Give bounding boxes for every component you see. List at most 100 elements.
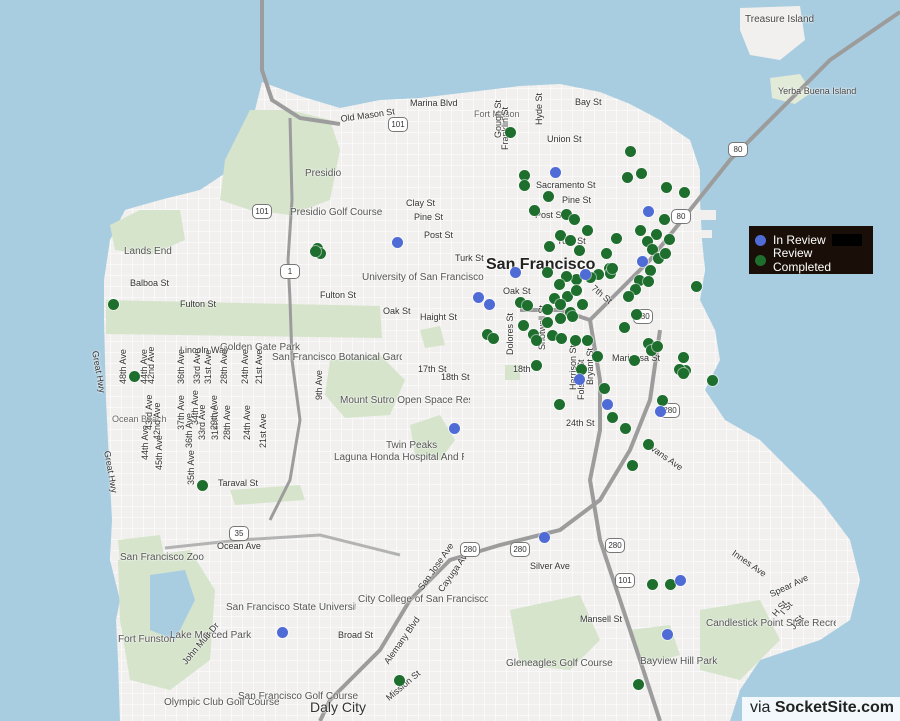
in-review-marker[interactable] [484,299,495,310]
map-label-oak-st-w: Oak St [383,306,411,316]
highway-shield-icon: 101 [388,117,408,132]
review-completed-marker[interactable] [611,233,622,244]
map-label-18th: 18th [513,364,531,374]
review-completed-marker[interactable] [661,182,672,193]
review-completed-marker[interactable] [607,263,618,274]
in-review-marker[interactable] [550,167,561,178]
review-completed-marker[interactable] [707,375,718,386]
review-completed-marker[interactable] [652,341,663,352]
in-review-marker[interactable] [675,575,686,586]
review-completed-marker[interactable] [647,579,658,590]
review-completed-marker[interactable] [643,439,654,450]
review-completed-marker[interactable] [197,480,208,491]
review-completed-marker[interactable] [592,351,603,362]
review-completed-marker[interactable] [522,300,533,311]
in-review-marker[interactable] [449,423,460,434]
review-completed-marker[interactable] [394,675,405,686]
review-completed-marker[interactable] [657,395,668,406]
review-completed-marker[interactable] [505,127,516,138]
review-completed-marker[interactable] [556,333,567,344]
in-review-marker[interactable] [539,532,550,543]
review-completed-marker[interactable] [518,320,529,331]
review-completed-marker[interactable] [601,248,612,259]
review-completed-marker[interactable] [544,241,555,252]
in-review-marker[interactable] [510,267,521,278]
review-completed-marker[interactable] [660,248,671,259]
review-completed-marker[interactable] [651,229,662,240]
in-review-marker[interactable] [662,629,673,640]
review-completed-marker[interactable] [571,285,582,296]
highway-shield-icon: 80 [728,142,748,157]
review-completed-marker[interactable] [577,299,588,310]
review-completed-marker[interactable] [531,360,542,371]
review-completed-marker[interactable] [531,335,542,346]
in-review-marker[interactable] [574,374,585,385]
review-completed-marker[interactable] [622,172,633,183]
legend-item-review-completed[interactable]: Review Completed [755,246,873,274]
review-completed-marker[interactable] [636,168,647,179]
review-completed-marker[interactable] [555,299,566,310]
in-review-marker[interactable] [602,399,613,410]
review-completed-marker[interactable] [542,317,553,328]
map-label-botanical-garden: San Francisco Botanical Garden [272,352,402,363]
review-completed-marker[interactable] [543,191,554,202]
review-completed-marker[interactable] [582,225,593,236]
in-review-marker[interactable] [473,292,484,303]
in-review-dot-icon [755,234,766,246]
review-completed-marker[interactable] [607,412,618,423]
review-completed-marker[interactable] [620,423,631,434]
review-completed-marker[interactable] [691,281,702,292]
review-completed-marker[interactable] [108,299,119,310]
review-completed-marker[interactable] [567,311,578,322]
review-completed-marker[interactable] [619,322,630,333]
review-completed-dot-icon [755,254,766,266]
in-review-marker[interactable] [637,256,648,267]
review-completed-marker[interactable] [569,214,580,225]
map[interactable]: Treasure Island Yerba Buena Island Presidi… [0,0,900,721]
review-completed-marker[interactable] [623,291,634,302]
review-completed-marker[interactable] [629,355,640,366]
review-completed-marker[interactable] [678,352,689,363]
map-label-turk-st-w: Turk St [455,253,484,263]
map-label-balboa-st: Balboa St [130,278,170,288]
map-label-33rd-ave-n: 33rd Ave [192,348,202,384]
in-review-marker[interactable] [655,406,666,417]
review-completed-marker[interactable] [310,246,321,257]
review-completed-marker[interactable] [542,304,553,315]
review-completed-marker[interactable] [542,267,553,278]
review-completed-marker[interactable] [599,383,610,394]
review-completed-marker[interactable] [627,460,638,471]
in-review-marker[interactable] [580,269,591,280]
review-completed-marker[interactable] [645,265,656,276]
review-completed-marker[interactable] [678,368,689,379]
highway-shield-icon: 101 [252,204,272,219]
review-completed-marker[interactable] [519,180,530,191]
review-completed-marker[interactable] [554,399,565,410]
review-completed-marker[interactable] [659,214,670,225]
review-completed-marker[interactable] [529,205,540,216]
map-label-45th-ave: 45th Ave [154,435,164,470]
review-completed-marker[interactable] [570,335,581,346]
review-completed-marker[interactable] [129,371,140,382]
review-completed-marker[interactable] [574,245,585,256]
review-completed-marker[interactable] [555,313,566,324]
review-completed-marker[interactable] [643,276,654,287]
map-label-29th-ave: 29th Ave [209,395,219,430]
review-completed-marker[interactable] [565,235,576,246]
review-completed-marker[interactable] [554,279,565,290]
review-completed-marker[interactable] [664,234,675,245]
map-label-31st-ave-n: 31st Ave [203,349,213,384]
review-completed-marker[interactable] [633,679,644,690]
highway-shield-icon: 280 [460,542,480,557]
review-completed-marker[interactable] [635,225,646,236]
review-completed-marker[interactable] [679,187,690,198]
map-label-oak-st-e: Oak St [503,286,531,296]
review-completed-marker[interactable] [582,335,593,346]
in-review-marker[interactable] [643,206,654,217]
in-review-marker[interactable] [277,627,288,638]
review-completed-marker[interactable] [631,309,642,320]
review-completed-marker[interactable] [625,146,636,157]
credit[interactable]: via SocketSite.com [741,697,900,721]
in-review-marker[interactable] [392,237,403,248]
review-completed-marker[interactable] [488,333,499,344]
